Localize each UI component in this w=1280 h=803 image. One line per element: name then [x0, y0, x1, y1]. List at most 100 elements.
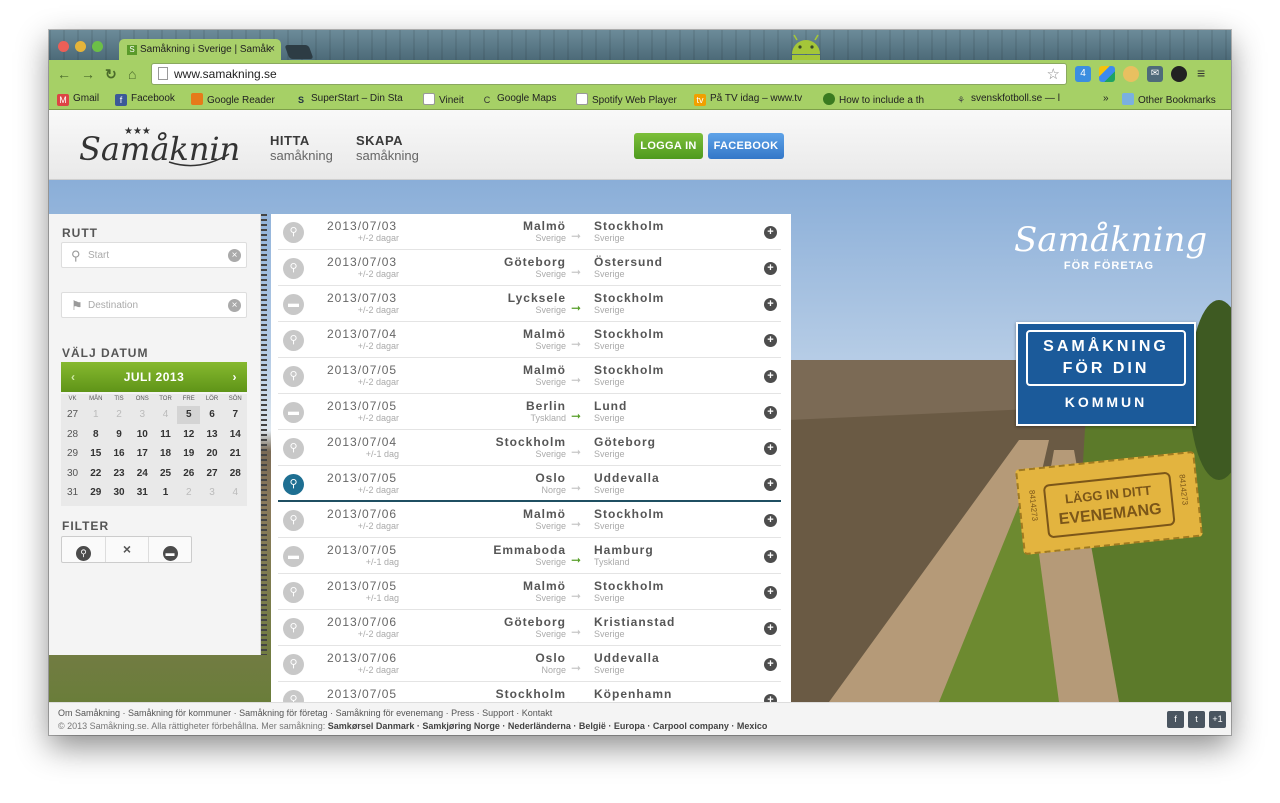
calendar-day[interactable]: 30 [108, 484, 131, 502]
bookmark-spotify[interactable]: Spotify Web Player [576, 93, 677, 106]
calendar-day[interactable]: 14 [224, 426, 247, 444]
new-tab-button[interactable] [284, 45, 314, 59]
mail-icon[interactable]: ✉ [1147, 66, 1163, 82]
calendar-day[interactable]: 2 [177, 484, 200, 502]
calendar-day[interactable]: 3 [131, 406, 154, 424]
add-ride-icon[interactable]: + [764, 298, 777, 311]
menu-icon[interactable]: ≡ [1197, 65, 1205, 81]
calendar-day[interactable]: 16 [108, 445, 131, 463]
calendar-day[interactable]: 1 [154, 484, 177, 502]
calendar-day[interactable]: 19 [177, 445, 200, 463]
calendar-day[interactable]: 10 [131, 426, 154, 444]
add-ride-icon[interactable]: + [764, 586, 777, 599]
bookmark-svenskfotboll[interactable]: ⚘ svenskfotboll.se — l [955, 93, 1077, 106]
back-icon[interactable]: ← [57, 66, 71, 82]
ad-kommun[interactable]: SAMÅKNING FÖR DIN KOMMUN [1016, 322, 1196, 426]
tab-active[interactable]: S Samåkning i Sverige | Samåk × [119, 39, 281, 61]
facebook-button[interactable]: FACEBOOK [708, 133, 784, 159]
start-input[interactable]: ⚲ Start × [61, 242, 247, 268]
calendar-day[interactable]: 1 [84, 406, 107, 424]
calendar-day[interactable]: 4 [154, 406, 177, 424]
ride-row[interactable]: ▬ 2013/07/05 +/-2 dagar Berlin Tyskland ➞ Lund… [278, 394, 781, 430]
calendar-day[interactable]: 25 [154, 465, 177, 483]
ride-row[interactable]: ⚲ 2013/07/06 +/-2 dagar Oslo Norge ➞ Uddevalla… [278, 646, 781, 682]
calendar-day[interactable]: 21 [224, 445, 247, 463]
ride-row[interactable]: ▬ 2013/07/05 +/-1 dag Emmaboda Sverige ➞ Hambu… [278, 538, 781, 574]
address-bar[interactable]: www.samakning.se ☆ [151, 63, 1067, 85]
add-ride-icon[interactable]: + [764, 550, 777, 563]
calendar-day[interactable]: 11 [154, 426, 177, 444]
ride-row[interactable]: ⚲ 2013/07/04 +/-1 dag Stockholm Sverige ➞ Göte… [278, 430, 781, 466]
add-ride-icon[interactable]: + [764, 694, 777, 702]
ride-row[interactable]: ⚲ 2013/07/05 +/-2 dagar Malmö Sverige ➞ Stockh… [278, 358, 781, 394]
calendar-day[interactable]: 4 [224, 484, 247, 502]
bookmark-vineit[interactable]: Vineit [423, 93, 464, 106]
add-ride-icon[interactable]: + [764, 406, 777, 419]
bookmarks-overflow[interactable]: » [1103, 93, 1109, 104]
samakning-logo[interactable]: ★★★ Samåkning [79, 120, 239, 176]
footer-links[interactable]: Om Samåkning · Samåkning för kommuner · … [58, 708, 552, 718]
add-ride-icon[interactable]: + [764, 658, 777, 671]
zoom-window-button[interactable] [92, 41, 103, 52]
calendar-day[interactable]: 23 [108, 465, 131, 483]
bookmark-star-icon[interactable]: ☆ [1047, 65, 1060, 83]
drive-icon[interactable] [1099, 66, 1115, 82]
clear-start-icon[interactable]: × [228, 249, 241, 262]
calendar-day[interactable]: 2 [108, 406, 131, 424]
calendar-day[interactable]: 26 [177, 465, 200, 483]
filter-driver-button[interactable]: ▬ [148, 537, 191, 562]
calendar-day[interactable]: 22 [84, 465, 107, 483]
prev-month-icon[interactable]: ‹ [71, 362, 76, 392]
calendar-day[interactable]: 24 [131, 465, 154, 483]
ride-row[interactable]: ⚲ 2013/07/05 +/-2 dagar Oslo Norge ➞ Uddevalla… [278, 466, 781, 502]
other-bookmarks[interactable]: Other Bookmarks [1122, 93, 1216, 106]
calendar-day[interactable]: 18 [154, 445, 177, 463]
bookmark-google-reader[interactable]: Google Reader [191, 93, 275, 106]
calendar-day[interactable]: 13 [201, 426, 224, 444]
bookmark-superstart[interactable]: S SuperStart – Din Sta [295, 93, 407, 106]
bookmark-facebook[interactable]: f Facebook [115, 93, 175, 106]
google-plus-icon[interactable]: +1 [1209, 711, 1226, 728]
add-ride-icon[interactable]: + [764, 514, 777, 527]
calendar-day[interactable]: 3 [201, 484, 224, 502]
next-month-icon[interactable]: › [233, 362, 238, 392]
bookmark-google-maps[interactable]: C Google Maps [481, 93, 557, 106]
filter-all-button[interactable]: × [105, 537, 148, 562]
calendar-day[interactable]: 28 [224, 465, 247, 483]
add-ride-icon[interactable]: + [764, 262, 777, 275]
bookmark-gmail[interactable]: M Gmail [57, 93, 99, 106]
profile-icon[interactable] [1171, 66, 1187, 82]
bookmark-how-to[interactable]: How to include a th [823, 93, 941, 106]
minimize-window-button[interactable] [75, 41, 86, 52]
calendar-day[interactable]: 29 [84, 484, 107, 502]
add-ride-icon[interactable]: + [764, 334, 777, 347]
calendar-day[interactable]: 15 [84, 445, 107, 463]
ride-row[interactable]: ⚲ 2013/07/03 +/-2 dagar Göteborg Sverige ➞ Öst… [278, 250, 781, 286]
add-ride-icon[interactable]: + [764, 478, 777, 491]
footer-more-links[interactable]: Samkørsel Danmark · Samkjøring Norge · N… [328, 721, 768, 731]
add-ride-icon[interactable]: + [764, 622, 777, 635]
home-icon[interactable]: ⌂ [128, 66, 136, 82]
filter-passenger-button[interactable]: ⚲ [62, 537, 105, 562]
nav-skapa[interactable]: SKAPA samåkning [356, 133, 419, 163]
calendar-day[interactable]: 31 [131, 484, 154, 502]
destination-input[interactable]: ⚑ Destination × [61, 292, 247, 318]
forward-icon[interactable]: → [81, 66, 95, 82]
calendar-day[interactable]: 9 [108, 426, 131, 444]
add-ride-icon[interactable]: + [764, 442, 777, 455]
clear-destination-icon[interactable]: × [228, 299, 241, 312]
calendar-day[interactable]: 12 [177, 426, 200, 444]
nav-hitta[interactable]: HITTA samåkning [270, 133, 333, 163]
extension-badge-icon[interactable]: 4 [1075, 66, 1091, 82]
close-tab-icon[interactable]: × [269, 43, 275, 55]
twitter-share-icon[interactable]: t [1188, 711, 1205, 728]
calendar-day[interactable]: 6 [201, 406, 224, 424]
ride-row[interactable]: ⚲ 2013/07/06 +/-2 dagar Malmö Sverige ➞ Stockh… [278, 502, 781, 538]
close-window-button[interactable] [58, 41, 69, 52]
facebook-share-icon[interactable]: f [1167, 711, 1184, 728]
add-ride-icon[interactable]: + [764, 370, 777, 383]
calendar-day[interactable]: 5 [177, 406, 201, 424]
ride-row[interactable]: ⚲ 2013/07/05 +/-1 dag Malmö Sverige ➞ Stockhol… [278, 574, 781, 610]
ride-row[interactable]: ⚲ 2013/07/04 +/-2 dagar Malmö Sverige ➞ Stockh… [278, 322, 781, 358]
calendar-day[interactable]: 8 [84, 426, 107, 444]
